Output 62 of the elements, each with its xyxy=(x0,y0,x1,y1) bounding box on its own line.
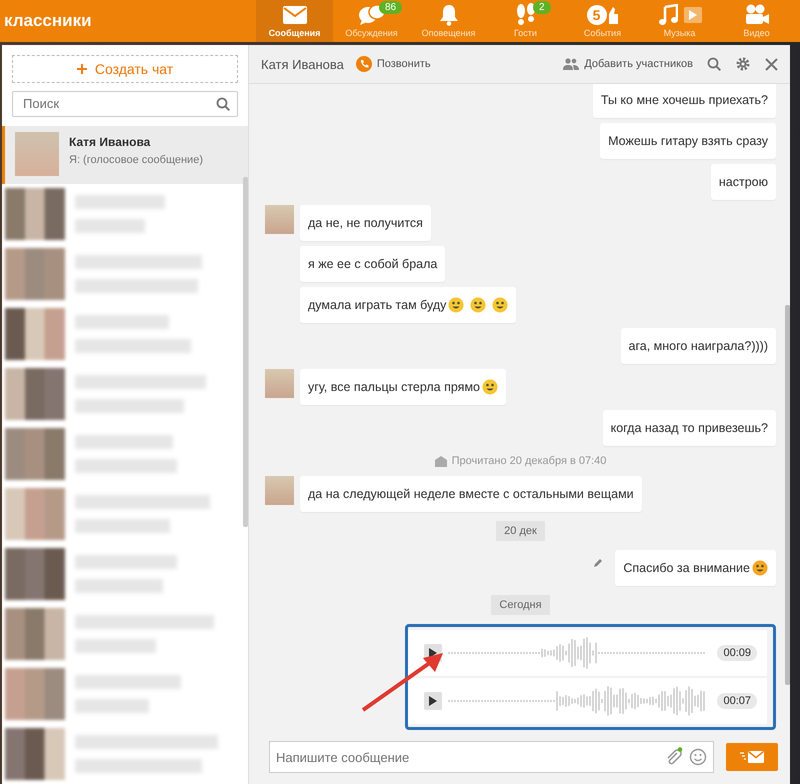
nav-tab[interactable]: Сообщения xyxy=(256,0,333,42)
voice-duration: 00:07 xyxy=(717,693,757,709)
message-bubble: Ты ко мне хочешь приехать? xyxy=(592,84,776,118)
search-icon xyxy=(216,96,230,111)
photo-placeholder xyxy=(15,132,59,176)
read-receipt: Прочитано 20 декабря в 07:40 xyxy=(434,451,606,471)
message-bubble: думала играть там буду xyxy=(300,287,516,323)
film-camera-icon xyxy=(744,4,770,26)
music-note-icon xyxy=(658,4,678,26)
date-separator: Сегодня xyxy=(491,595,550,615)
create-chat-button[interactable]: Создать чат xyxy=(12,55,238,83)
scrollbar[interactable] xyxy=(243,177,248,527)
search-icon[interactable] xyxy=(707,57,721,71)
message-bubble: я же ее с собой брала xyxy=(300,246,446,282)
nav-tab[interactable]: Оповещения xyxy=(410,0,487,42)
send-button[interactable] xyxy=(726,743,778,771)
plus-icon xyxy=(76,64,87,74)
message-bubble: да на следующей неделе вместе с остальными вещами xyxy=(300,476,642,512)
nav-tab[interactable]: 5 События xyxy=(564,0,641,42)
play-icon xyxy=(429,696,437,706)
call-link[interactable]: Позвонить xyxy=(356,56,431,72)
nav-tab[interactable]: Видео xyxy=(718,0,795,42)
voice-duration: 00:09 xyxy=(717,645,757,661)
message-bubble: Можешь гитару взять сразу xyxy=(600,123,776,159)
scrollbar[interactable] xyxy=(785,305,790,685)
close-icon[interactable] xyxy=(765,58,778,70)
count-badge: 86 xyxy=(379,1,402,14)
emoji-icon xyxy=(470,297,486,313)
add-members-link[interactable]: Добавить участников xyxy=(563,58,693,70)
message-bubble: настрою xyxy=(710,164,776,200)
chat-contact-name: Катя Иванова xyxy=(261,56,344,72)
nav-tab[interactable]: Музыка xyxy=(641,0,718,42)
message-bubble: да не, не получится xyxy=(300,205,431,241)
count-badge: 2 xyxy=(533,1,551,14)
message-bubble: ага, много наиграла?)))) xyxy=(620,328,776,364)
phone-icon xyxy=(356,56,372,72)
chat-list-item[interactable]: Катя Иванова Я: (голосовое сообщение) xyxy=(2,126,248,184)
message-preview: Я: (голосовое сообщение) xyxy=(69,154,203,166)
contact-name: Катя Иванова xyxy=(69,135,152,149)
play-icon xyxy=(429,648,437,658)
emoji-icon xyxy=(482,379,498,395)
settings-icon[interactable] xyxy=(735,56,751,72)
search-box[interactable]: Поиск xyxy=(12,90,238,117)
send-envelope-icon xyxy=(740,750,764,764)
play-icon[interactable] xyxy=(684,7,702,23)
message-bubble: угу, все пальцы стерла прямо xyxy=(300,369,506,405)
footprints-icon xyxy=(514,3,536,27)
emoji-icon xyxy=(448,297,464,313)
site-logo[interactable]: классники xyxy=(0,0,256,42)
message-bubble: Спасибо за внимание xyxy=(615,550,776,586)
people-icon xyxy=(563,58,580,70)
emoji-icon xyxy=(492,297,508,313)
message-box[interactable]: Напишите сообщение xyxy=(269,741,714,773)
play-button[interactable] xyxy=(424,692,442,710)
nav-tab[interactable]: Обсуждения 86 xyxy=(333,0,410,42)
date-separator: 20 дек xyxy=(496,521,545,541)
message-bubble: когда назад то привезешь? xyxy=(602,410,776,446)
bell-icon xyxy=(438,4,458,26)
smiley-icon[interactable] xyxy=(689,748,707,766)
nav-tab[interactable]: Гости 2 xyxy=(487,0,564,42)
envelope-icon xyxy=(282,5,308,25)
emoji-icon xyxy=(752,560,768,576)
